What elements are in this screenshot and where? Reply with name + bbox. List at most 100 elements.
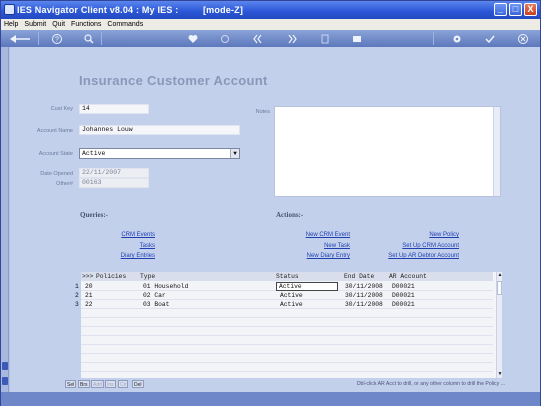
col-policies[interactable]: Policies <box>96 272 126 281</box>
window-title: IES Navigator Client v8.04 : My IES : <box>17 5 179 15</box>
grid-icon[interactable] <box>351 33 363 45</box>
account-name-label: Account Name <box>36 128 73 134</box>
status-cell[interactable]: Active <box>280 300 303 309</box>
nav-del-button[interactable]: Del <box>132 380 144 388</box>
table-row-empty <box>81 318 493 327</box>
left-sidebar <box>1 47 9 405</box>
new-policy-link[interactable]: New Policy <box>370 232 459 238</box>
toolbar: ? <box>1 30 540 47</box>
table-row[interactable]: 2 21 02 Car Active 30/11/2008 D00021 <box>75 291 493 300</box>
notes-scrollbar[interactable] <box>493 107 500 196</box>
back-arrow-icon[interactable] <box>9 33 31 45</box>
grid-header-row: >>> Policies Type Status End Date AR Acc… <box>81 272 493 281</box>
new-crm-event-link[interactable]: New CRM Event <box>270 232 350 238</box>
menu-bar: Help Submit Quit Functions Commands <box>1 19 540 30</box>
policy-cell[interactable]: 21 <box>85 291 93 300</box>
menu-functions[interactable]: Functions <box>71 19 101 30</box>
new-diary-entry-link[interactable]: New Diary Entry <box>270 253 350 259</box>
status-cell[interactable]: Active <box>280 291 303 300</box>
minimize-button[interactable]: _ <box>494 3 507 16</box>
policy-cell[interactable]: 20 <box>85 282 93 291</box>
col-type[interactable]: Type <box>140 272 155 281</box>
rewind-icon[interactable] <box>251 33 263 45</box>
menu-help[interactable]: Help <box>4 19 18 30</box>
type-cell[interactable]: 03 Boat <box>143 300 169 309</box>
row-number: 2 <box>75 292 79 299</box>
col-status[interactable]: Status <box>276 272 299 281</box>
nav-ins-button[interactable]: Ins <box>105 380 116 388</box>
help-icon[interactable]: ? <box>51 33 63 45</box>
document-icon[interactable] <box>319 33 331 45</box>
search-icon[interactable] <box>83 33 95 45</box>
sidebar-app-icon[interactable] <box>2 377 8 385</box>
other-field: 00163 <box>79 178 149 188</box>
col-end-date[interactable]: End Date <box>344 272 374 281</box>
bottom-border <box>1 392 540 406</box>
window-mode: [mode-Z] <box>202 5 244 15</box>
settings-icon[interactable] <box>451 33 463 45</box>
status-bar: Sel Brs Add Ins Cir Del Dbl-click AR Acc… <box>10 378 540 390</box>
svg-text:?: ? <box>55 37 59 44</box>
account-name-field[interactable]: Johannes Louw <box>79 125 240 135</box>
queries-heading: Queries:- <box>80 211 108 219</box>
end-date-cell[interactable]: 30/11/2008 <box>345 291 383 300</box>
type-cell[interactable]: 01 Household <box>143 282 188 291</box>
account-state-label: Account State <box>38 151 73 157</box>
status-cell[interactable]: Active <box>276 282 338 291</box>
table-row-empty <box>81 345 493 354</box>
grid-scrollbar[interactable]: ▲ ▼ <box>496 272 502 378</box>
nav-brs-button[interactable]: Brs <box>78 380 90 388</box>
type-cell[interactable]: 02 Car <box>143 291 166 300</box>
crm-events-link[interactable]: CRM Events <box>90 232 155 238</box>
account-state-select[interactable]: Active ▼ <box>79 148 240 159</box>
notes-textarea[interactable] <box>274 106 501 197</box>
scroll-down-icon[interactable]: ▼ <box>497 371 503 378</box>
nav-sel-button[interactable]: Sel <box>65 380 77 388</box>
table-row-empty <box>81 363 493 372</box>
other-label: Other# <box>56 181 73 187</box>
table-row[interactable]: 3 22 03 Boat Active 30/11/2008 D00021 <box>75 300 493 309</box>
table-row-empty <box>81 354 493 363</box>
end-date-cell[interactable]: 30/11/2008 <box>345 282 383 291</box>
cust-key-field[interactable]: 14 <box>79 104 149 114</box>
actions-heading: Actions:- <box>276 211 304 219</box>
menu-submit[interactable]: Submit <box>24 19 46 30</box>
col-ar-account[interactable]: AR Account <box>389 272 427 281</box>
heart-icon[interactable] <box>187 33 199 45</box>
ar-account-cell[interactable]: D00021 <box>392 291 415 300</box>
table-row-empty <box>81 309 493 318</box>
new-task-link[interactable]: New Task <box>270 243 350 249</box>
account-state-value: Active <box>82 150 106 157</box>
set-up-crm-account-link[interactable]: Set Up CRM Account <box>370 243 459 249</box>
policy-cell[interactable]: 22 <box>85 300 93 309</box>
row-number: 1 <box>75 283 79 290</box>
refresh-icon[interactable] <box>219 33 231 45</box>
nav-add-button[interactable]: Add <box>91 380 104 388</box>
page-title: Insurance Customer Account <box>79 73 268 88</box>
table-row[interactable]: 1 20 01 Household Active 30/11/2008 D000… <box>75 282 493 291</box>
check-icon[interactable] <box>484 33 496 45</box>
date-opened-label: Date Opened <box>40 171 73 177</box>
set-up-ar-debtor-link[interactable]: Set Up AR Debtor Account <box>370 253 459 259</box>
nav-cir-button[interactable]: Cir <box>118 380 129 388</box>
date-opened-field: 22/11/2007 <box>79 168 149 178</box>
fast-forward-icon[interactable] <box>287 33 299 45</box>
menu-quit[interactable]: Quit <box>52 19 65 30</box>
ar-account-cell[interactable]: D00021 <box>392 282 415 291</box>
ar-account-cell[interactable]: D00021 <box>392 300 415 309</box>
table-row-empty <box>81 327 493 336</box>
title-bar: IES Navigator Client v8.04 : My IES : [m… <box>1 1 540 19</box>
tasks-link[interactable]: Tasks <box>90 243 155 249</box>
menu-commands[interactable]: Commands <box>107 19 143 30</box>
sidebar-tool-icon[interactable] <box>2 362 8 370</box>
end-date-cell[interactable]: 30/11/2008 <box>345 300 383 309</box>
scroll-up-icon[interactable]: ▲ <box>497 272 503 279</box>
close-button[interactable]: X <box>524 3 537 16</box>
chevron-down-icon[interactable]: ▼ <box>230 149 239 158</box>
diary-entries-link[interactable]: Diary Entries <box>90 253 155 259</box>
scroll-thumb[interactable] <box>497 281 502 295</box>
cancel-icon[interactable] <box>517 33 529 45</box>
policies-grid: >>> Policies Type Status End Date AR Acc… <box>75 272 501 378</box>
table-row-empty <box>81 336 493 345</box>
maximize-button[interactable]: □ <box>509 3 522 16</box>
